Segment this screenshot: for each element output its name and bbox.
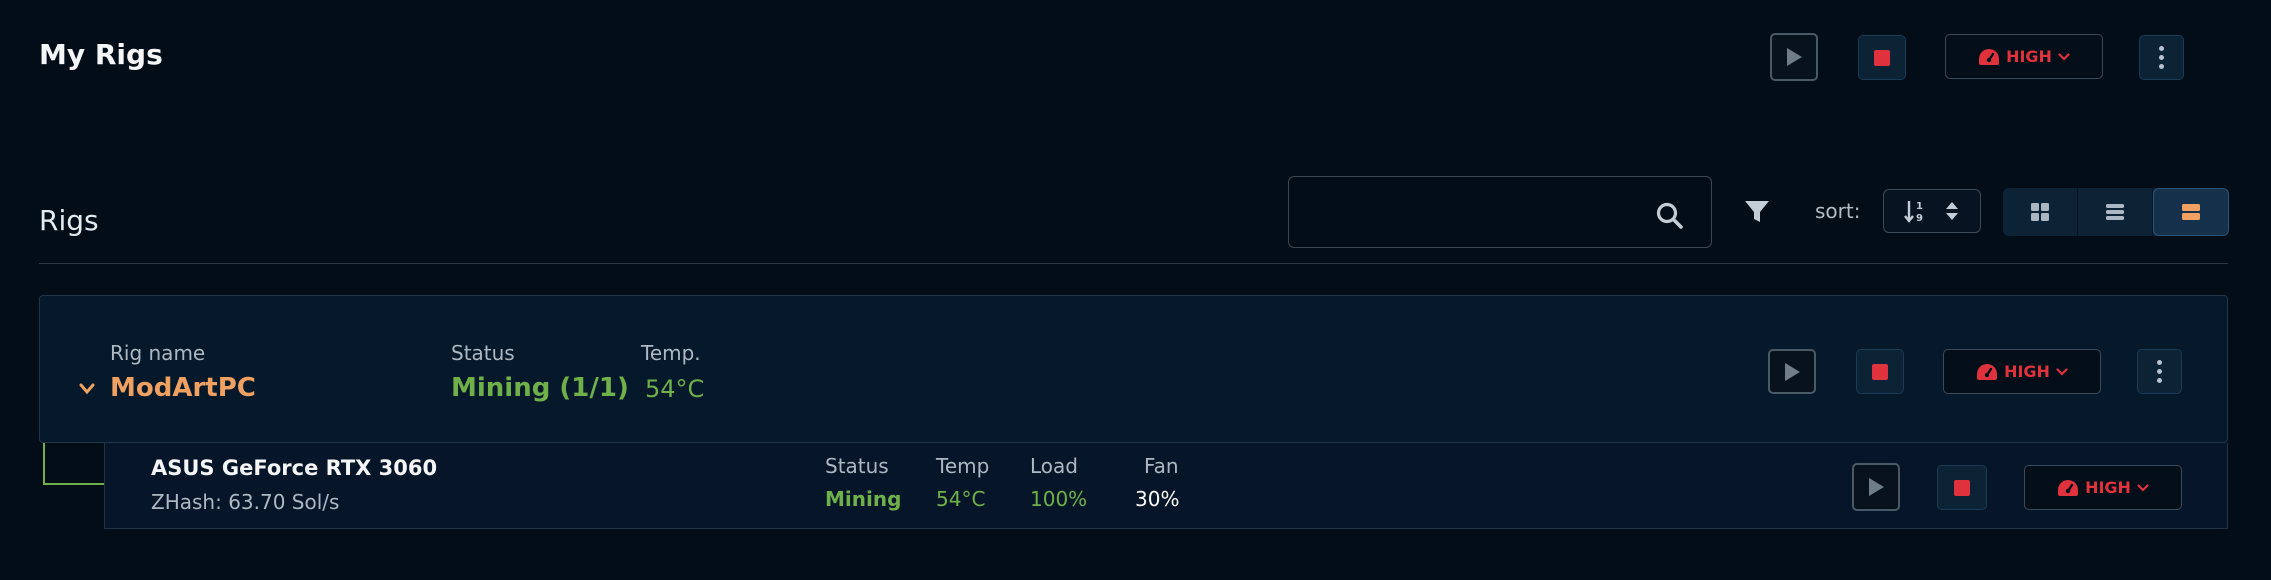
device-start-button[interactable] [1852,463,1900,511]
device-name: ASUS GeForce RTX 3060 [151,456,438,480]
grid-icon [2031,203,2049,221]
device-load: 100% [1030,487,1088,511]
sort-label: sort: [1815,199,1861,223]
filter-icon[interactable] [1743,199,1771,225]
detail-view-button[interactable] [2153,188,2229,236]
chevron-down-icon [2137,483,2149,492]
stop-icon [1874,49,1890,66]
rig-temp-label: Temp. [641,341,701,365]
page-title: My Rigs [39,38,163,71]
chevron-down-icon[interactable] [79,383,95,395]
power-mode-label: HIGH [2006,47,2052,66]
list-view-button[interactable] [2078,188,2153,236]
device-status-label: Status [825,454,889,478]
stop-icon [1872,363,1888,380]
rig-temp: 54°C [645,375,705,403]
rig-start-button[interactable] [1768,349,1816,394]
start-all-button[interactable] [1770,33,1818,81]
rig-power-mode-label: HIGH [2004,362,2050,381]
rig-more-options-button[interactable] [2137,349,2182,394]
device-power-mode-dropdown[interactable]: HIGH [2024,465,2182,510]
chevron-down-icon [2056,367,2068,376]
rig-power-mode-dropdown[interactable]: HIGH [1943,349,2101,394]
sort-dropdown[interactable]: 19 [1883,189,1981,233]
rig-stop-button[interactable] [1856,349,1904,394]
svg-text:9: 9 [1916,213,1923,224]
search-icon[interactable] [1655,201,1685,231]
play-icon [1787,48,1802,66]
stop-all-button[interactable] [1858,35,1906,80]
detail-list-icon [2182,204,2200,220]
svg-text:1: 1 [1916,201,1923,212]
more-vertical-icon [2159,46,2164,69]
speedometer-icon [1977,363,1998,380]
more-vertical-icon [2157,360,2162,383]
stop-icon [1954,479,1970,496]
more-options-button[interactable] [2139,35,2184,80]
section-divider [39,263,2228,264]
search-box [1288,176,1712,248]
rig-name-label: Rig name [110,341,206,365]
speedometer-icon [1979,48,2000,65]
tree-connector [43,443,105,485]
device-hashrate: ZHash: 63.70 Sol/s [151,490,340,514]
device-load-label: Load [1030,454,1078,478]
view-mode-toggle [2003,188,2229,236]
grid-view-button[interactable] [2003,188,2078,236]
device-status: Mining [825,487,902,511]
device-temp-label: Temp [936,454,990,478]
play-icon [1785,362,1800,381]
power-mode-dropdown[interactable]: HIGH [1945,34,2103,79]
section-title: Rigs [39,204,99,237]
device-temp: 54°C [936,487,986,511]
list-icon [2106,204,2124,220]
device-stop-button[interactable] [1937,465,1987,510]
play-icon [1869,478,1884,496]
rig-status: Mining (1/1) [451,373,629,403]
device-fan-label: Fan [1144,454,1179,478]
sort-toggle-icon [1946,202,1958,220]
rig-name[interactable]: ModArtPC [110,373,256,403]
device-power-mode-label: HIGH [2085,478,2131,497]
search-input[interactable] [1301,189,1645,237]
speedometer-icon [2058,479,2079,496]
rig-status-label: Status [451,341,515,365]
device-fan: 30% [1135,487,1180,511]
sort-numeric-icon: 19 [1904,201,1923,224]
chevron-down-icon [2058,52,2070,61]
